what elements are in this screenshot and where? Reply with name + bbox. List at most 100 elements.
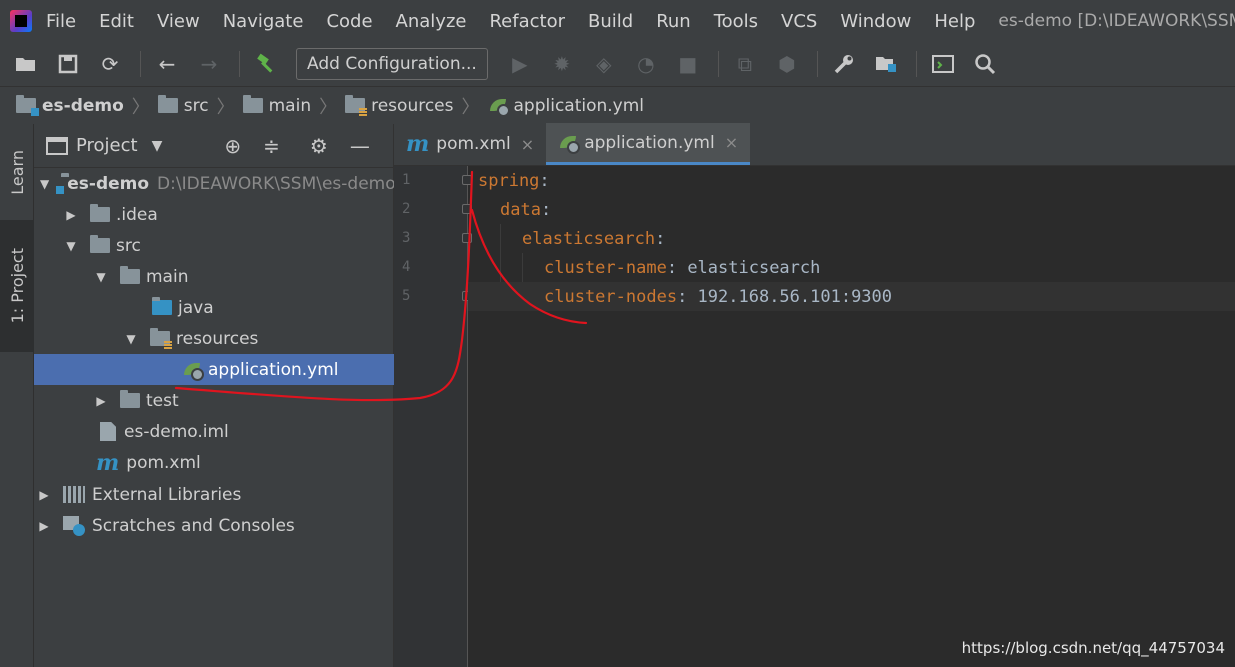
menu-file[interactable]: File — [46, 11, 76, 32]
save-icon[interactable] — [56, 52, 80, 76]
fold-marker-icon[interactable] — [462, 175, 472, 185]
yaml-key: data — [500, 199, 541, 220]
collapsed-arrow-icon[interactable]: ▶ — [94, 394, 108, 408]
code-line-5[interactable]: cluster-nodes: 192.168.56.101:9300 — [468, 282, 1235, 311]
add-configuration-button[interactable]: Add Configuration... — [296, 48, 488, 80]
yaml-separator: : — [655, 228, 666, 249]
collapse-all-icon[interactable]: ≑ — [263, 134, 280, 158]
code-line-4[interactable]: cluster-name: elasticsearch — [478, 253, 820, 282]
fold-marker-icon[interactable] — [462, 233, 472, 243]
fold-marker-icon[interactable] — [462, 204, 472, 214]
learn-tool-tab[interactable]: Learn — [0, 130, 34, 214]
collapsed-arrow-icon[interactable]: ▶ — [64, 208, 78, 222]
tab-pom-xml[interactable]: m pom.xml × — [394, 123, 546, 165]
breadcrumb-item-src[interactable]: src — [157, 95, 209, 116]
menu-help[interactable]: Help — [934, 11, 975, 32]
menu-refactor[interactable]: Refactor — [489, 11, 565, 32]
expanded-arrow-icon[interactable]: ▼ — [124, 332, 138, 346]
window-title: es-demo [D:\IDEAWORK\SSM\es-demo] — [998, 11, 1235, 31]
tree-item-label: Scratches and Consoles — [92, 515, 295, 536]
tree-item-external-libraries[interactable]: ▶ External Libraries — [34, 479, 394, 510]
coverage-icon[interactable]: ◈ — [592, 52, 616, 76]
left-tool-strip: Learn 1: Project — [0, 124, 34, 667]
tree-item-main[interactable]: ▼ main — [34, 261, 394, 292]
tree-item-label: src — [116, 235, 141, 256]
tree-item-label: application.yml — [208, 359, 339, 380]
yaml-key: spring — [478, 170, 540, 191]
breadcrumb-item-main[interactable]: main — [242, 95, 311, 116]
collapsed-arrow-icon[interactable]: ▶ — [37, 488, 51, 502]
menu-run[interactable]: Run — [656, 11, 691, 32]
toolbar-separator — [140, 51, 141, 77]
tree-item-es-demo[interactable]: ▼ es-demo D:\IDEAWORK\SSM\es-demo — [34, 168, 394, 199]
menu-tools[interactable]: Tools — [714, 11, 758, 32]
breadcrumb-chevron-icon: 〉 — [461, 96, 480, 118]
build-hammer-icon[interactable] — [254, 52, 278, 76]
tree-item-src[interactable]: ▼ src — [34, 230, 394, 261]
tree-item-pom-xml[interactable]: m pom.xml — [34, 447, 394, 478]
back-arrow-icon[interactable]: ← — [155, 52, 179, 76]
tree-item-application-yml[interactable]: application.yml — [34, 354, 394, 385]
project-structure-icon[interactable] — [874, 52, 898, 76]
source-folder-icon — [152, 297, 172, 315]
menu-code[interactable]: Code — [326, 11, 372, 32]
project-panel-title[interactable]: Project — [76, 135, 138, 156]
debug-bug-icon[interactable]: ✹ — [550, 52, 574, 76]
terminal-window-icon[interactable] — [931, 52, 955, 76]
breadcrumb-chevron-icon: 〉 — [319, 96, 338, 118]
attach-debugger-icon[interactable]: ⧉ — [733, 52, 757, 76]
tree-item-test[interactable]: ▶ test — [34, 385, 394, 416]
tab-label: pom.xml — [436, 134, 511, 154]
expanded-arrow-icon[interactable]: ▼ — [40, 177, 49, 191]
folder-icon — [120, 266, 140, 284]
yaml-value: elasticsearch — [687, 257, 821, 278]
tree-item-java[interactable]: java — [34, 292, 394, 323]
locate-file-crosshair-icon[interactable]: ⊕ — [224, 134, 241, 158]
yaml-separator: : — [540, 199, 552, 220]
collapsed-arrow-icon[interactable]: ▶ — [37, 519, 51, 533]
code-editor[interactable]: spring: data: elasticsearch: cluster-nam… — [468, 166, 1235, 667]
search-icon[interactable] — [973, 52, 997, 76]
sync-icon[interactable]: ⟳ — [98, 52, 122, 76]
tab-application-yml[interactable]: application.yml × — [546, 123, 751, 165]
stop-icon[interactable]: ■ — [676, 52, 700, 76]
tree-item-scratches[interactable]: ▶ Scratches and Consoles — [34, 510, 394, 541]
breadcrumb-item-resources[interactable]: resources — [345, 95, 454, 117]
menu-vcs[interactable]: VCS — [781, 11, 817, 32]
maven-m-icon: m — [406, 131, 430, 157]
hide-panel-minus-icon[interactable]: — — [350, 134, 370, 158]
profile-icon[interactable]: ◔ — [634, 52, 658, 76]
expanded-arrow-icon[interactable]: ▼ — [94, 270, 108, 284]
view-dropdown-caret-icon[interactable]: ▼ — [152, 138, 163, 154]
menu-analyze[interactable]: Analyze — [396, 11, 467, 32]
code-line-2[interactable]: data: — [478, 195, 551, 224]
tree-item-es-demo-iml[interactable]: es-demo.iml — [34, 416, 394, 447]
tab-label: application.yml — [584, 132, 715, 153]
open-folder-icon[interactable] — [14, 52, 38, 76]
breadcrumb-item-es-demo[interactable]: es-demo — [16, 95, 124, 116]
expanded-arrow-icon[interactable]: ▼ — [64, 239, 78, 253]
tree-item-resources[interactable]: ▼ resources — [34, 323, 394, 354]
menu-view[interactable]: View — [157, 11, 200, 32]
close-icon[interactable]: × — [521, 135, 534, 154]
deploy-icon[interactable]: ⬢ — [775, 52, 799, 76]
run-icon[interactable]: ▶ — [508, 52, 532, 76]
menu-window[interactable]: Window — [840, 11, 911, 32]
editor-tab-bar: m pom.xml × application.yml × — [394, 123, 1235, 166]
breadcrumb-item-application-yml[interactable]: application.yml — [488, 96, 644, 117]
code-line-3[interactable]: elasticsearch: — [478, 224, 665, 253]
settings-wrench-icon[interactable] — [832, 52, 856, 76]
tree-item-label: main — [146, 266, 189, 287]
code-line-1[interactable]: spring: — [478, 166, 550, 195]
libraries-icon — [63, 486, 85, 503]
menu-build[interactable]: Build — [588, 11, 633, 32]
breadcrumb: es-demo 〉 src 〉 main 〉 resources 〉 appli… — [0, 86, 1235, 124]
module-path-hint: D:\IDEAWORK\SSM\es-demo — [157, 173, 394, 194]
menu-edit[interactable]: Edit — [99, 11, 134, 32]
tree-item-idea[interactable]: ▶ .idea — [34, 199, 394, 230]
gear-icon[interactable]: ⚙ — [310, 134, 328, 158]
forward-arrow-icon[interactable]: → — [197, 52, 221, 76]
close-icon[interactable]: × — [725, 133, 738, 152]
menu-navigate[interactable]: Navigate — [223, 11, 304, 32]
project-tool-tab[interactable]: 1: Project — [0, 220, 34, 352]
